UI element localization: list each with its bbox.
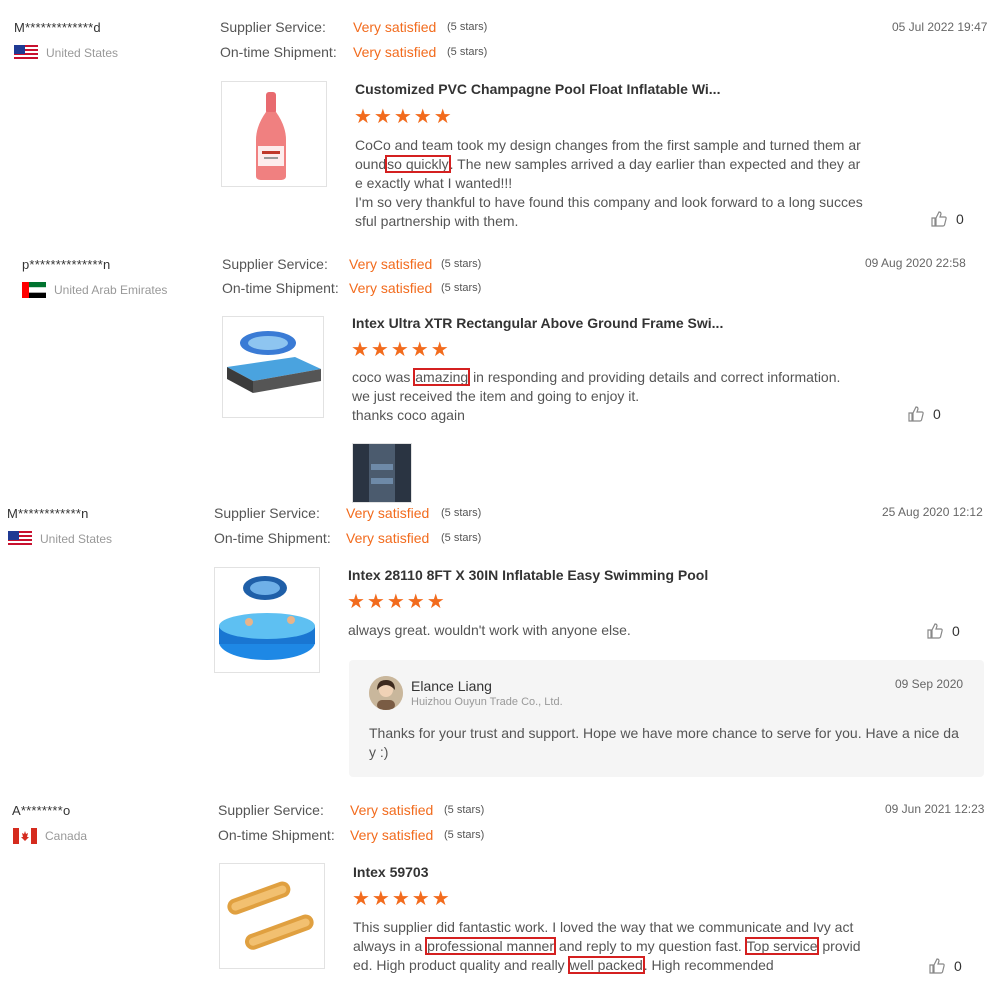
product-title[interactable]: Intex Ultra XTR Rectangular Above Ground… — [352, 315, 723, 331]
product-thumbnail[interactable] — [219, 863, 325, 969]
highlight-box: so quickly — [385, 155, 451, 173]
shipment-label: On-time Shipment: — [214, 530, 331, 546]
review-text-part: and reply to my question fast. — [558, 938, 742, 954]
country-label: United States — [46, 46, 119, 60]
product-thumbnail[interactable] — [214, 567, 320, 673]
like-count: 0 — [954, 958, 962, 974]
reply-text: Thanks for your trust and support. Hope … — [369, 725, 959, 760]
review-date: 05 Jul 2022 19:47 — [892, 20, 988, 34]
reviewer-name: A********o — [12, 803, 71, 818]
product-title[interactable]: Intex 59703 — [353, 864, 429, 880]
review-date: 09 Jun 2021 12:23 — [885, 802, 985, 816]
review-text-part: thanks coco again — [352, 407, 465, 423]
shipment-value: Very satisfied — [349, 280, 433, 296]
supplier-service-stars: (5 stars) — [444, 804, 485, 816]
champagne-bottle-float-image — [256, 92, 286, 180]
like-count: 0 — [952, 623, 960, 639]
shipment-label: On-time Shipment: — [220, 44, 337, 60]
avatar — [369, 676, 403, 710]
supplier-service-stars: (5 stars) — [441, 507, 482, 519]
like-button[interactable]: 0 — [928, 957, 962, 975]
country-label: United States — [40, 532, 113, 546]
like-button[interactable]: 0 — [907, 405, 941, 423]
reply-author: Elance Liang — [411, 678, 492, 694]
frame-pool-image — [227, 331, 321, 393]
reviewer-name: M************n — [7, 506, 89, 521]
supplier-service-label: Supplier Service: — [220, 19, 326, 35]
reviewer-name: p**************n — [22, 257, 111, 272]
reviewer-country: United States — [14, 45, 118, 61]
reviewer-country: United States — [8, 531, 112, 547]
shipment-stars: (5 stars) — [447, 46, 488, 58]
thumbs-up-icon — [927, 623, 943, 639]
uae-flag-icon — [22, 282, 46, 298]
review-text: coco was amazing in responding and provi… — [352, 368, 850, 425]
highlight-box: Top service — [744, 937, 820, 955]
review-text: This supplier did fantastic work. I love… — [353, 918, 865, 975]
shipment-stars: (5 stars) — [441, 532, 482, 544]
shipment-label: On-time Shipment: — [222, 280, 339, 296]
supplier-reply: Elance Liang Huizhou Ouyun Trade Co., Lt… — [349, 660, 984, 777]
shipment-value: Very satisfied — [353, 44, 437, 60]
reviewer-name: M*************d — [14, 20, 101, 35]
highlight-box: amazing — [413, 368, 471, 386]
product-thumbnail[interactable] — [221, 81, 327, 187]
supplier-service-value: Very satisfied — [350, 802, 434, 818]
reviewer-country: Canada — [13, 828, 87, 844]
inflatable-pool-image — [219, 576, 315, 660]
us-flag-icon — [8, 531, 32, 547]
shipment-value: Very satisfied — [346, 530, 430, 546]
shipment-value: Very satisfied — [350, 827, 434, 843]
supplier-service-stars: (5 stars) — [447, 21, 488, 33]
supplier-service-value: Very satisfied — [353, 19, 437, 35]
product-title[interactable]: Intex 28110 8FT X 30IN Inflatable Easy S… — [348, 567, 708, 583]
pool-lounger-float-image — [227, 881, 314, 950]
thumbs-up-icon — [908, 406, 924, 422]
shipment-stars: (5 stars) — [444, 829, 485, 841]
review-text-part: . High recommended — [643, 957, 774, 973]
product-thumbnail[interactable] — [222, 316, 324, 418]
supplier-service-value: Very satisfied — [346, 505, 430, 521]
review-text-part: I'm so very thankful to have found this … — [355, 194, 863, 229]
country-label: Canada — [45, 829, 88, 843]
review-photo-thumbnail[interactable] — [352, 443, 412, 503]
rating-stars: ★★★★★ — [354, 106, 454, 128]
supplier-service-value: Very satisfied — [349, 256, 433, 272]
supplier-service-stars: (5 stars) — [441, 258, 482, 270]
like-button[interactable]: 0 — [930, 210, 964, 228]
shipment-stars: (5 stars) — [441, 282, 482, 294]
reply-date: 09 Sep 2020 — [895, 677, 964, 691]
shipment-label: On-time Shipment: — [218, 827, 335, 843]
thumbs-up-icon — [929, 958, 945, 974]
thumbs-up-icon — [931, 211, 947, 227]
review-text-part: coco was — [352, 369, 411, 385]
rating-stars: ★★★★★ — [352, 888, 452, 910]
like-count: 0 — [956, 211, 964, 227]
product-title[interactable]: Customized PVC Champagne Pool Float Infl… — [355, 81, 720, 97]
review-date: 09 Aug 2020 22:58 — [865, 256, 966, 270]
reply-company: Huizhou Ouyun Trade Co., Ltd. — [411, 696, 563, 708]
reviewer-country: United Arab Emirates — [22, 282, 167, 298]
supplier-service-label: Supplier Service: — [218, 802, 324, 818]
highlight-box: well packed — [567, 956, 645, 974]
like-button[interactable]: 0 — [926, 622, 960, 640]
like-count: 0 — [933, 406, 941, 422]
supplier-service-label: Supplier Service: — [222, 256, 328, 272]
review-text: CoCo and team took my design changes fro… — [355, 136, 867, 231]
us-flag-icon — [14, 45, 38, 61]
country-label: United Arab Emirates — [54, 283, 168, 297]
rating-stars: ★★★★★ — [347, 591, 447, 613]
supplier-service-label: Supplier Service: — [214, 505, 320, 521]
review-text: always great. wouldn't work with anyone … — [348, 622, 631, 638]
avatar-image — [369, 676, 403, 710]
highlight-box: professional manner — [425, 937, 557, 955]
canada-flag-icon — [13, 828, 37, 844]
review-date: 25 Aug 2020 12:12 — [882, 505, 983, 519]
rating-stars: ★★★★★ — [351, 339, 451, 361]
review-photo-image — [353, 444, 411, 502]
